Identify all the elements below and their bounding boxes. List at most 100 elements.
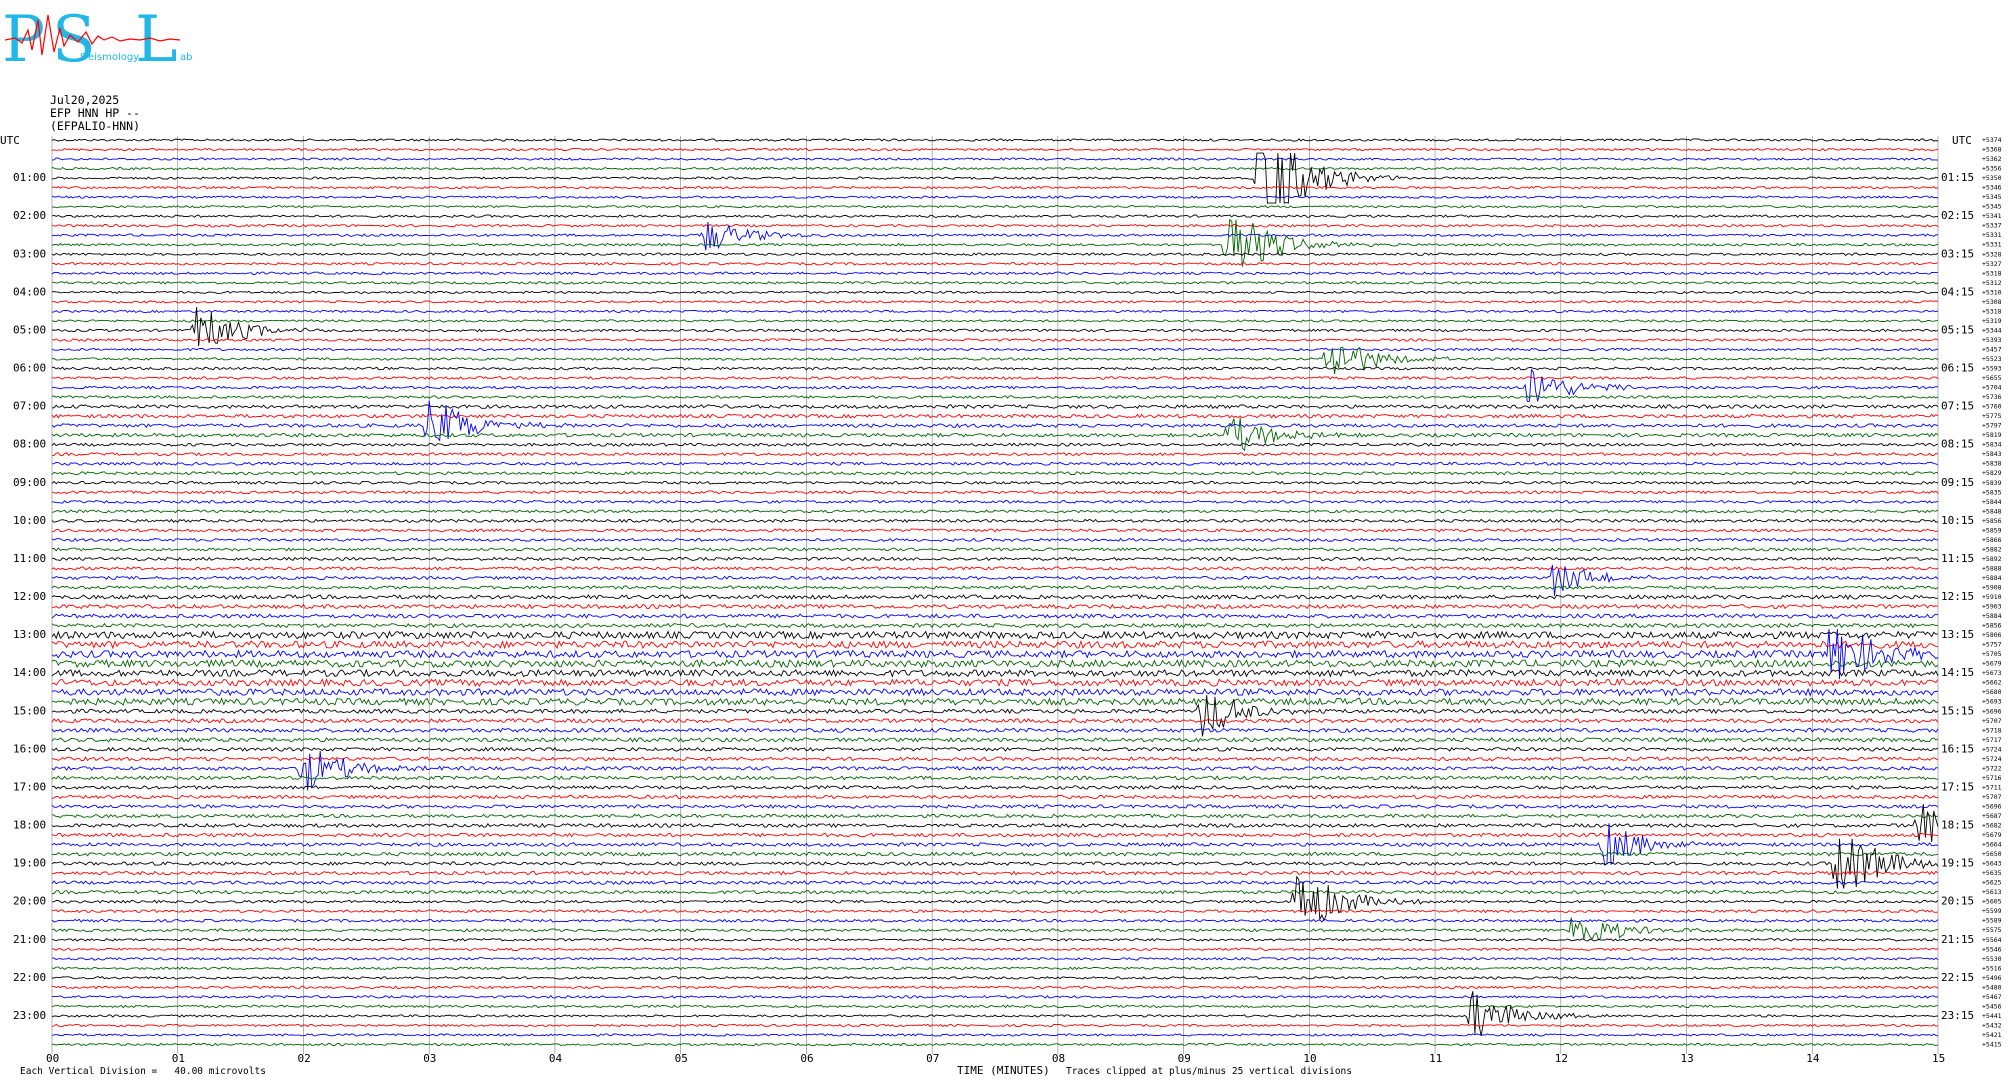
trace-line — [51, 603, 1939, 610]
trace-offset-label: +5356 — [1982, 165, 2002, 173]
x-tick-label: 05 — [675, 1052, 688, 1065]
trace-offset-label: +5882 — [1982, 545, 2002, 553]
trace-offset-label: +5346 — [1982, 184, 2002, 192]
right-time-label: 09:15 — [1941, 476, 1974, 489]
x-tick-label: 14 — [1806, 1052, 1820, 1065]
x-tick-label: 03 — [423, 1052, 436, 1065]
left-time-label: 15:00 — [13, 704, 46, 717]
footer-xlabel: TIME (MINUTES) — [957, 1064, 1050, 1077]
right-time-label: 19:15 — [1941, 857, 1974, 870]
left-time-label: 22:00 — [13, 971, 46, 984]
trace-line — [51, 204, 1939, 209]
right-time-label: 17:15 — [1941, 780, 1974, 793]
trace-line — [51, 870, 1939, 876]
trace-offset-label: +5910 — [1982, 593, 2002, 601]
trace-line — [51, 471, 1939, 476]
x-tick-label: 13 — [1681, 1052, 1694, 1065]
trace-line — [52, 975, 1939, 980]
trace-offset-label: +5655 — [1982, 374, 2002, 382]
trace-offset-label: +5711 — [1982, 783, 2002, 791]
trace-line — [51, 727, 1939, 734]
left-time-label: 19:00 — [13, 857, 46, 870]
right-time-label: 16:15 — [1941, 742, 1974, 755]
trace-line — [51, 639, 1939, 650]
trace-offset-label: +5523 — [1982, 355, 2002, 363]
trace-offset-label: +5797 — [1982, 422, 2002, 430]
trace-offset-label: +5673 — [1982, 669, 2002, 677]
trace-offset-label: +5327 — [1982, 260, 2002, 268]
trace-offset-label: +5704 — [1982, 384, 2002, 392]
trace-offset-label: +5680 — [1982, 688, 2002, 696]
trace-line — [51, 668, 1939, 678]
trace-offset-label: +5707 — [1982, 717, 2002, 725]
trace-offset-label: +5856 — [1982, 622, 2002, 630]
trace-line — [51, 147, 1939, 152]
trace-offset-label: +5310 — [1982, 288, 2002, 296]
trace-offset-label: +5718 — [1982, 726, 2002, 734]
left-time-label: 13:00 — [13, 628, 46, 641]
trace-offset-label: +5337 — [1982, 222, 2002, 230]
trace-line — [51, 804, 1939, 809]
trace-line — [51, 152, 1939, 204]
trace-offset-label: +5564 — [1982, 936, 2002, 944]
trace-line — [51, 307, 1939, 347]
trace-line — [51, 366, 1939, 371]
trace-offset-label: +5696 — [1982, 707, 2002, 715]
left-time-label: 04:00 — [13, 285, 46, 298]
trace-line — [51, 947, 1939, 952]
trace-line — [51, 1004, 1939, 1009]
trace-line — [51, 956, 1939, 961]
trace-offset-label: +5516 — [1982, 964, 2002, 972]
trace-line — [51, 785, 1939, 790]
trace-offset-label: +5839 — [1982, 479, 2002, 487]
trace-line — [51, 556, 1939, 562]
x-tick-label: 02 — [297, 1052, 310, 1065]
trace-line — [51, 499, 1939, 504]
trace-offset-label: +5341 — [1982, 212, 2002, 220]
trace-line — [51, 1042, 1939, 1047]
left-time-label: 05:00 — [13, 323, 46, 336]
right-time-label: 03:15 — [1941, 247, 1974, 260]
trace-line — [51, 528, 1939, 533]
trace-offset-label: +5888 — [1982, 564, 2002, 572]
trace-line — [51, 737, 1939, 743]
trace-line — [51, 966, 1939, 971]
right-time-label: 02:15 — [1941, 209, 1974, 222]
x-tick-label: 10 — [1303, 1052, 1316, 1065]
trace-offset-label: +5319 — [1982, 317, 2002, 325]
trace-offset-label: +5374 — [1982, 136, 2002, 144]
trace-offset-label: +5884 — [1982, 612, 2002, 620]
right-time-label: 22:15 — [1941, 971, 1974, 984]
x-tick-label: 06 — [800, 1052, 813, 1065]
trace-line — [51, 1033, 1939, 1037]
trace-line — [51, 630, 1939, 640]
trace-offset-label: +5664 — [1982, 841, 2002, 849]
trace-offset-label: +5362 — [1982, 155, 2002, 163]
trace-offset-label: +5635 — [1982, 869, 2002, 877]
trace-line — [51, 223, 1939, 228]
trace-line — [51, 718, 1939, 724]
trace-offset-label: +5859 — [1982, 526, 2002, 534]
trace-line — [51, 509, 1939, 514]
trace-offset-label: +5760 — [1982, 403, 2002, 411]
right-time-label: 21:15 — [1941, 933, 1974, 946]
trace-line — [51, 537, 1939, 542]
left-time-label: 01:00 — [13, 171, 46, 184]
trace-offset-label: +5844 — [1982, 498, 2002, 506]
trace-offset-label: +5856 — [1982, 517, 2002, 525]
trace-line — [51, 756, 1939, 762]
trace-line — [51, 319, 1938, 323]
trace-offset-label: +5724 — [1982, 745, 2002, 753]
trace-offset-label: +5775 — [1982, 412, 2002, 420]
trace-offset-label: +5613 — [1982, 888, 2002, 896]
trace-line — [51, 347, 1939, 352]
trace-offset-label: +5884 — [1982, 574, 2002, 582]
trace-offset-label: +5717 — [1982, 736, 2002, 744]
trace-line — [51, 918, 1939, 923]
trace-offset-label: +5829 — [1982, 469, 2002, 477]
trace-offset-label: +5368 — [1982, 146, 2002, 154]
trace-line — [51, 750, 1939, 791]
trace-line — [51, 214, 1939, 219]
left-time-label: 14:00 — [13, 666, 46, 679]
trace-offset-label: +5707 — [1982, 793, 2002, 801]
